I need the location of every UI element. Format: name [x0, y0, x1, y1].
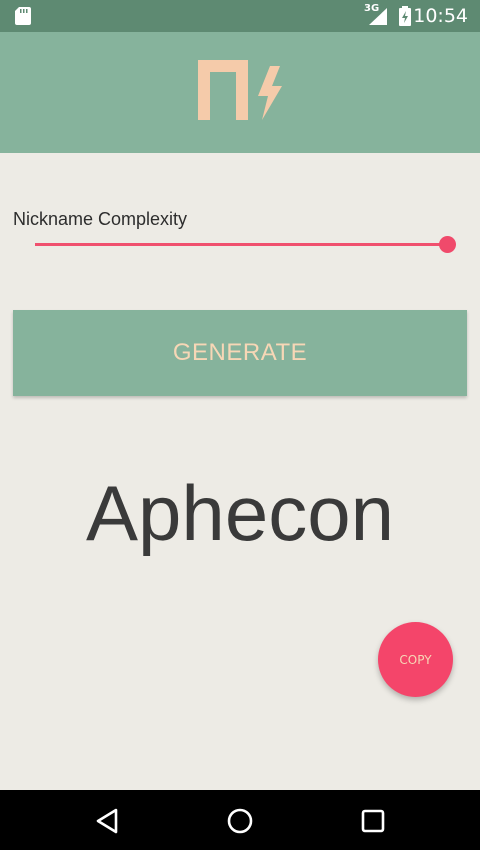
complexity-slider-label: Nickname Complexity: [13, 209, 188, 229]
back-triangle-icon: [96, 808, 118, 834]
recents-square-icon: [361, 809, 385, 833]
nick-bolt-logo-icon: [198, 60, 282, 120]
copy-button[interactable]: COPY: [378, 622, 453, 697]
generated-nickname: Aphecon: [86, 469, 394, 557]
cell-signal-icon: [369, 8, 387, 25]
copy-button-label: COPY: [399, 652, 432, 667]
generate-button[interactable]: GENERATE: [13, 310, 467, 396]
home-circle-icon: [227, 808, 253, 834]
complexity-slider-thumb[interactable]: [438, 236, 456, 253]
app-screen: 3G 10:54 Nickname Complexity GENERATE Ap…: [0, 0, 480, 850]
nav-back-button[interactable]: [92, 806, 122, 836]
status-bar: 3G 10:54: [0, 0, 480, 32]
navigation-bar: [0, 790, 480, 850]
complexity-slider-track[interactable]: [35, 243, 447, 246]
app-bar: [0, 32, 480, 153]
nav-home-button[interactable]: [225, 806, 255, 836]
nav-recents-button[interactable]: [358, 806, 388, 836]
status-time: 10:54: [413, 5, 468, 27]
sd-card-icon: [15, 7, 31, 25]
battery-charging-icon: [399, 6, 411, 26]
